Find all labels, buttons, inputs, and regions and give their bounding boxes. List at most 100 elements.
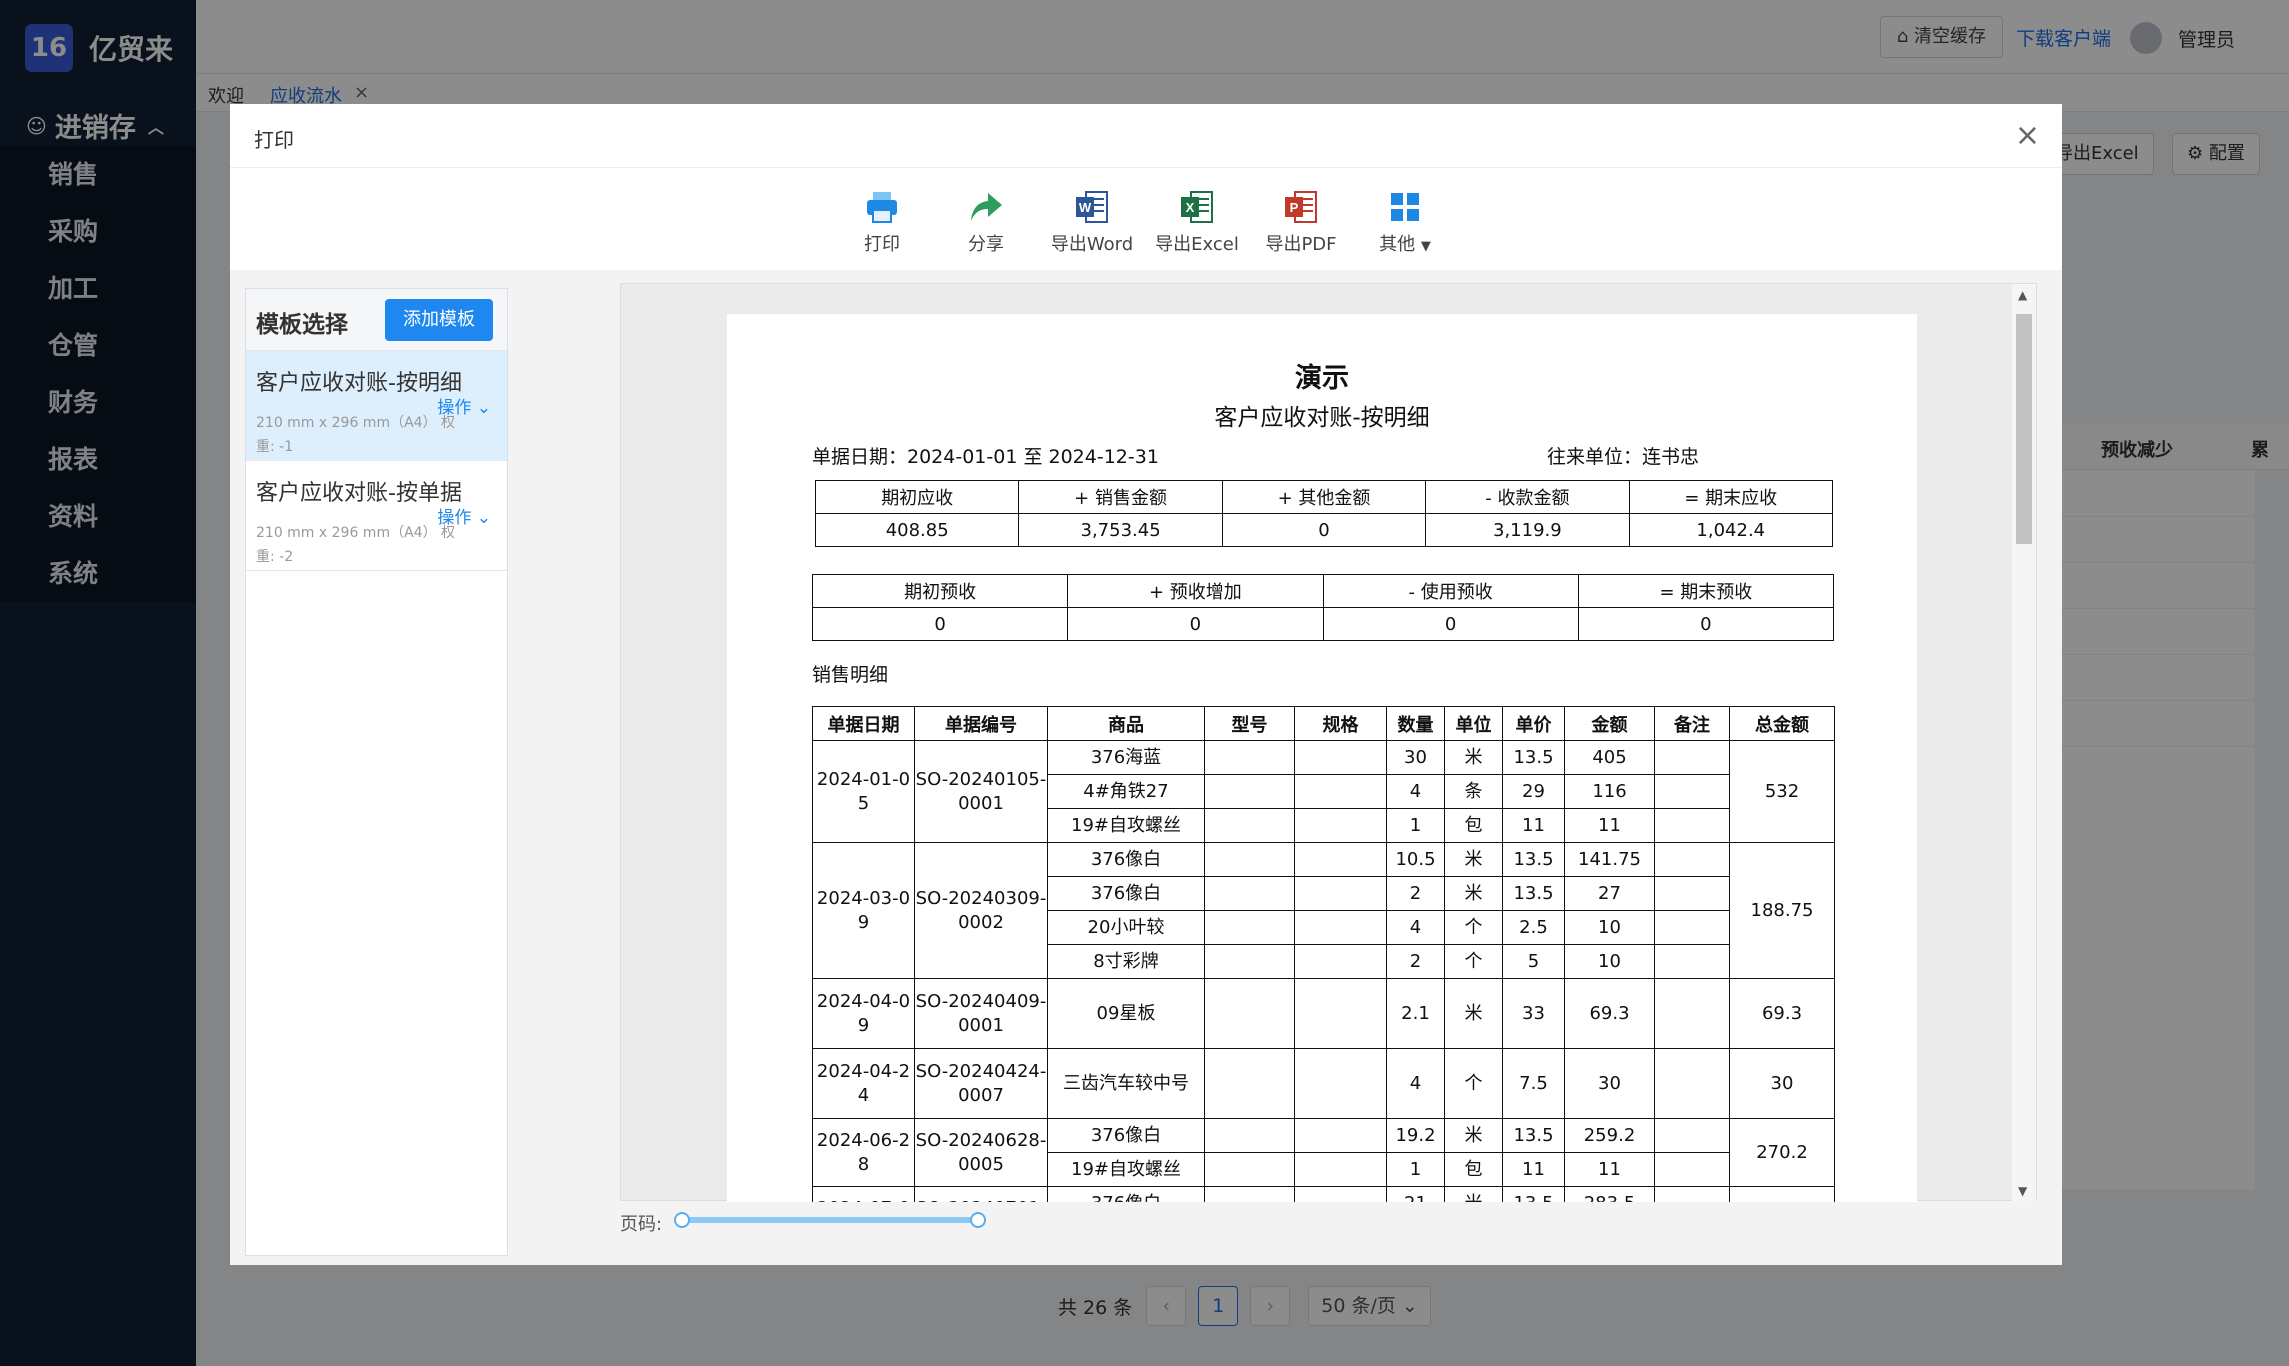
order-date: 2024-04-24 (812, 1048, 915, 1119)
price-cell: 13.5 (1502, 842, 1565, 877)
remark-cell (1654, 1048, 1730, 1119)
page-slider[interactable] (674, 1212, 986, 1228)
share-icon (938, 188, 1034, 226)
pdf-icon: P (1253, 188, 1349, 226)
summary-header: + 销售金额 (1018, 480, 1223, 514)
more-button[interactable]: 其他 ▼ (1357, 188, 1453, 256)
preview-page: 演示 客户应收对账-按明细 单据日期：2024-01-01 至 2024-12-… (727, 314, 1917, 1202)
spec-cell (1294, 876, 1387, 911)
order-date: 2024-03-09 (812, 842, 915, 979)
unit-cell: 条 (1444, 774, 1503, 809)
template-panel-title: 模板选择 (256, 312, 348, 338)
export-excel-button[interactable]: X 导出Excel (1149, 188, 1245, 256)
order-date: 2024-06-28 (812, 1118, 915, 1187)
order-total: 347.5 (1729, 1186, 1835, 1202)
spec-cell (1294, 978, 1387, 1049)
sales-detail-label: 销售明细 (812, 664, 889, 686)
model-cell (1204, 1048, 1295, 1119)
doc-date-range: 单据日期：2024-01-01 至 2024-12-31 (812, 446, 1159, 468)
print-preview[interactable]: 演示 客户应收对账-按明细 单据日期：2024-01-01 至 2024-12-… (620, 283, 2037, 1202)
excel-icon: X (1149, 188, 1245, 226)
add-template-button[interactable]: 添加模板 (385, 299, 493, 341)
remark-cell (1654, 1152, 1730, 1187)
print-label: 打印 (864, 234, 900, 255)
scroll-down-icon[interactable]: ▼ (2018, 1184, 2027, 1198)
caret-down-icon: ▼ (1420, 239, 1431, 254)
export-word-label: 导出Word (1050, 234, 1134, 255)
dialog-body: 模板选择 添加模板 客户应收对账-按明细 210 mm x 296 mm（A4）… (230, 270, 2062, 1265)
detail-header: 数量 (1386, 706, 1445, 741)
order-total: 188.75 (1729, 842, 1835, 979)
quantity-cell: 1 (1386, 1152, 1445, 1187)
export-pdf-button[interactable]: P 导出PDF (1253, 188, 1349, 256)
order-total: 532 (1729, 740, 1835, 843)
preview-scrollbar[interactable]: ▲ ▼ (2012, 284, 2036, 1202)
spec-cell (1294, 1048, 1387, 1119)
model-cell (1204, 876, 1295, 911)
product-cell: 376像白 (1047, 876, 1205, 911)
summary-value: 0 (1577, 607, 1835, 641)
close-icon[interactable]: × (2015, 118, 2040, 153)
summary-value: 0 (1067, 607, 1324, 641)
export-word-button[interactable]: W 导出Word (1044, 188, 1140, 256)
template-panel-header: 模板选择 添加模板 (246, 289, 507, 351)
unit-cell: 米 (1444, 740, 1503, 775)
template-meta: 210 mm x 296 mm（A4） 权重: -1 (256, 415, 456, 455)
unit-cell: 包 (1444, 808, 1503, 843)
share-button[interactable]: 分享 (938, 188, 1034, 256)
model-cell (1204, 808, 1295, 843)
table-row: 2024-01-05 SO-20240105-0001 376海蓝 30 米 13.5 40… (812, 740, 1835, 843)
sales-detail-table: 单据日期 单据编号 商品 型号 规格 数量 单位 单价 金额 备注 总金额 2024-01-05 SO… (812, 706, 1835, 1202)
model-cell (1204, 910, 1295, 945)
scroll-thumb[interactable] (2016, 314, 2032, 544)
price-cell: 33 (1502, 978, 1565, 1049)
word-icon: W (1044, 188, 1140, 226)
summary-header: + 其他金额 (1221, 480, 1427, 514)
product-cell: 三齿汽车较中号 (1047, 1048, 1205, 1119)
chevron-down-icon: ⌄ (476, 508, 491, 528)
page-slider-label: 页码: (620, 1214, 663, 1235)
summary-header: + 预收增加 (1067, 574, 1324, 608)
amount-cell: 405 (1564, 740, 1655, 775)
template-op-dropdown[interactable]: 操作 ⌄ (437, 393, 491, 418)
product-cell: 376像白 (1047, 1118, 1205, 1153)
template-item[interactable]: 客户应收对账-按明细 210 mm x 296 mm（A4） 权重: -1 操作… (246, 351, 507, 461)
model-cell (1204, 774, 1295, 809)
model-cell (1204, 944, 1295, 979)
summary-header: = 期末预收 (1577, 574, 1835, 608)
spec-cell (1294, 808, 1387, 843)
spec-cell (1294, 1118, 1387, 1153)
amount-cell: 11 (1564, 808, 1655, 843)
template-op-dropdown[interactable]: 操作 ⌄ (437, 503, 491, 528)
product-cell: 20小叶较 (1047, 910, 1205, 945)
table-row: 2024-06-28 SO-20240628-0005 376像白 19.2 米 13.5… (812, 1118, 1835, 1187)
amount-cell: 69.3 (1564, 978, 1655, 1049)
quantity-cell: 19.2 (1386, 1118, 1445, 1153)
price-cell: 13.5 (1502, 740, 1565, 775)
order-number: SO-20240105-0001 (914, 740, 1048, 843)
amount-cell: 11 (1564, 1152, 1655, 1187)
template-item[interactable]: 客户应收对账-按单据 210 mm x 296 mm（A4） 权重: -2 操作… (246, 461, 507, 571)
amount-cell: 116 (1564, 774, 1655, 809)
template-panel: 模板选择 添加模板 客户应收对账-按明细 210 mm x 296 mm（A4）… (245, 288, 508, 1256)
model-cell (1204, 1118, 1295, 1153)
order-number: SO-20240409-0001 (914, 978, 1048, 1049)
detail-header: 规格 (1294, 706, 1387, 741)
detail-header: 型号 (1204, 706, 1295, 741)
quantity-cell: 1 (1386, 808, 1445, 843)
prepayment-summary-table: 期初预收 + 预收增加 - 使用预收 = 期末预收 0 0 0 0 (811, 574, 1835, 641)
slider-handle-start[interactable] (674, 1212, 690, 1228)
table-row: 2024-03-09 SO-20240309-0002 376像白 10.5 米 13.5… (812, 842, 1835, 979)
svg-text:W: W (1079, 200, 1092, 215)
price-cell: 13.5 (1502, 876, 1565, 911)
unit-cell: 米 (1444, 1186, 1503, 1202)
scroll-up-icon[interactable]: ▲ (2018, 288, 2027, 302)
slider-handle-end[interactable] (970, 1212, 986, 1228)
quantity-cell: 10.5 (1386, 842, 1445, 877)
product-cell: 4#角铁27 (1047, 774, 1205, 809)
remark-cell (1654, 842, 1730, 877)
unit-cell: 米 (1444, 876, 1503, 911)
product-cell: 376像白 (1047, 842, 1205, 877)
print-button[interactable]: 打印 (834, 188, 930, 256)
print-dialog: 打印 × 打印 分享 W 导出Word X 导出Excel P 导出PDF 其他… (230, 104, 2062, 1265)
